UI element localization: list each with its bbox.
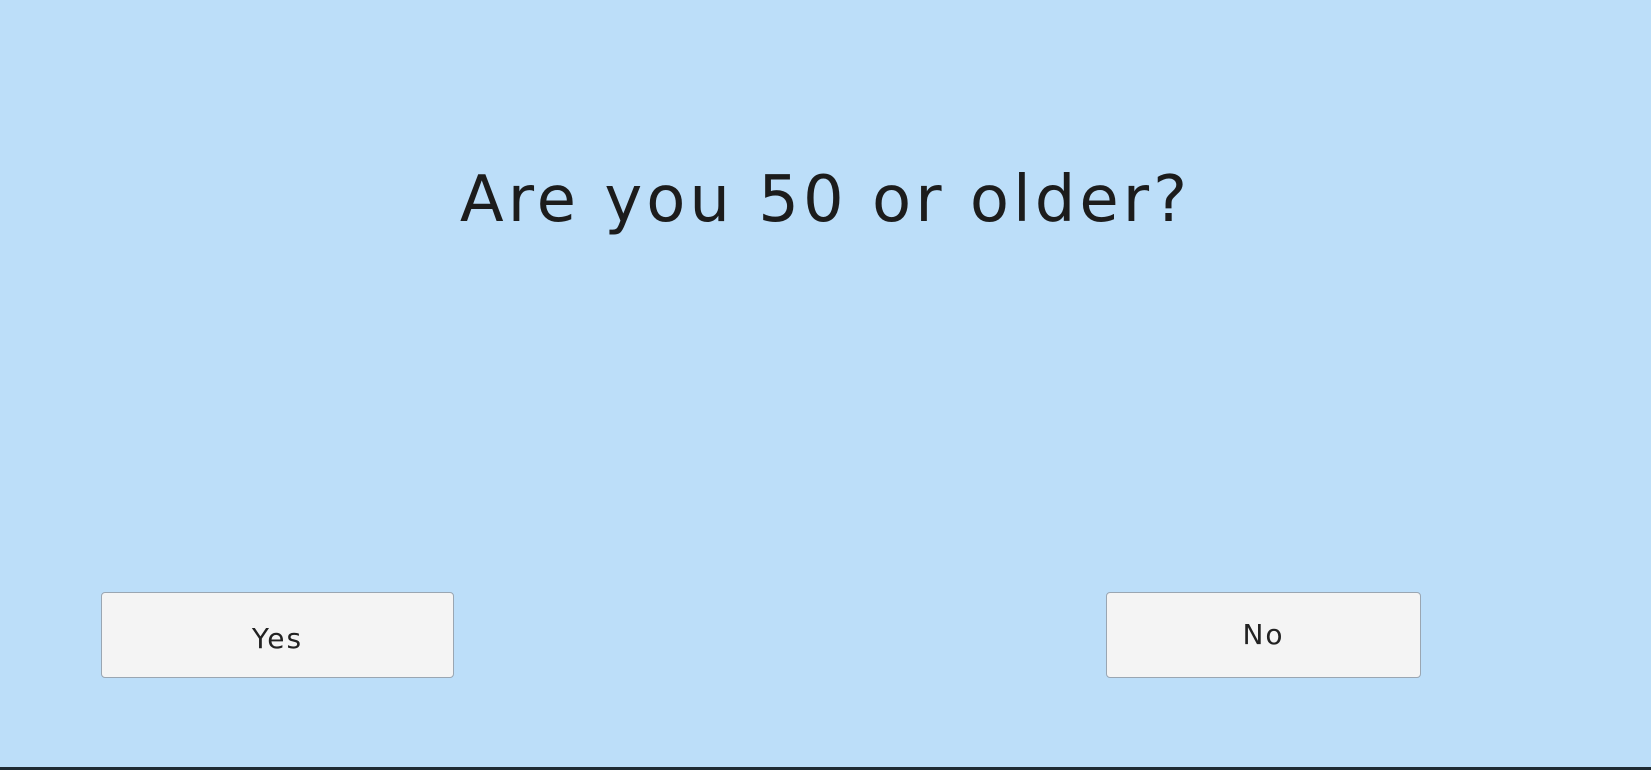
yes-button-label: Yes xyxy=(251,621,304,655)
no-button-label: No xyxy=(1242,617,1285,651)
question-text: Are you 50 or older? xyxy=(459,163,1192,237)
yes-button[interactable]: Yes xyxy=(101,592,454,678)
no-button[interactable]: No xyxy=(1106,592,1421,678)
age-question-screen: Are you 50 or older? Yes No xyxy=(0,0,1651,767)
